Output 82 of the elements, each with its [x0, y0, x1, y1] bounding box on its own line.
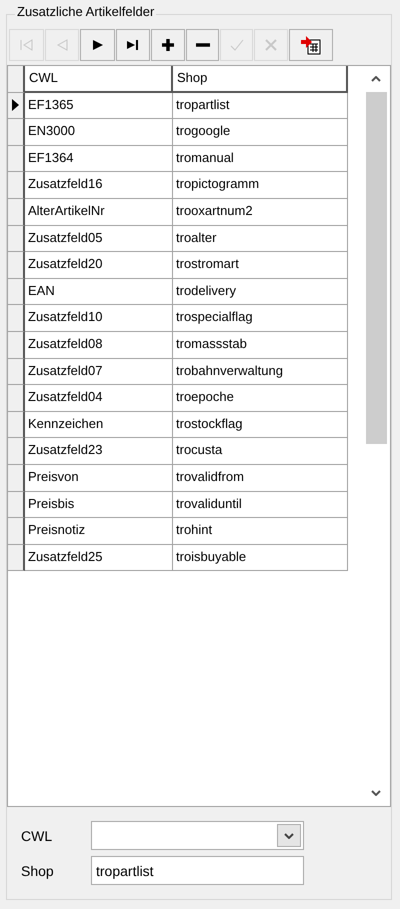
table-cell: AlterArtikelNr	[25, 198, 173, 226]
row-indicator[interactable]	[8, 92, 25, 120]
table-cell: Zusatzfeld07	[25, 358, 173, 386]
toolbar-button[interactable]	[289, 29, 333, 61]
table-cell: Zusatzfeld23	[25, 438, 173, 465]
last-record-icon	[126, 39, 140, 51]
table-cell: trogoogle	[173, 119, 348, 146]
row-indicator[interactable]	[8, 252, 25, 279]
table-cell: trovaliduntil	[173, 492, 348, 518]
plus-icon	[162, 39, 174, 51]
table-cell: trostockflag	[173, 412, 348, 438]
table-cell: trobahnverwaltung	[173, 358, 348, 386]
field-label: CWL	[21, 828, 54, 844]
table-cell: Zusatzfeld20	[25, 252, 173, 279]
table-cell: tromassstab	[173, 332, 348, 359]
table-cell: trodelivery	[173, 278, 348, 306]
row-indicator[interactable]	[8, 492, 25, 518]
row-indicator[interactable]	[8, 172, 25, 199]
row-indicator[interactable]	[8, 198, 25, 226]
minus-icon	[196, 43, 210, 47]
table-cell: troalter	[173, 226, 348, 252]
table-cell: troepoche	[173, 385, 348, 412]
row-indicator[interactable]	[8, 119, 25, 146]
checkmark-icon	[230, 39, 244, 51]
table-cell: trooxartnum2	[173, 198, 348, 226]
column-header[interactable]: Shop	[173, 66, 348, 93]
table-cell: Zusatzfeld10	[25, 305, 173, 332]
table-cell: Zusatzfeld16	[25, 172, 173, 199]
table-cell: trohint	[173, 518, 348, 545]
table-cell: tropictogramm	[173, 172, 348, 199]
dropdown-button[interactable]	[277, 824, 301, 847]
toolbar-button[interactable]	[80, 29, 115, 61]
chevron-down-icon	[284, 832, 294, 838]
row-indicator[interactable]	[8, 278, 25, 306]
table-cell: Zusatzfeld25	[25, 544, 173, 572]
table-cell: EF1365	[25, 92, 173, 120]
field-label: Shop	[21, 862, 55, 878]
scroll-up-icon[interactable]	[371, 76, 381, 82]
cross-icon	[265, 39, 277, 51]
scrollbar-thumb[interactable]	[366, 92, 386, 444]
header-corner	[8, 66, 25, 93]
row-indicator[interactable]	[8, 146, 25, 172]
row-indicator[interactable]	[8, 305, 25, 332]
play-icon	[92, 39, 104, 51]
column-header[interactable]: CWL	[25, 66, 173, 93]
group-title: Zusatzliche Artikelfelder	[15, 4, 156, 19]
row-indicator[interactable]	[8, 518, 25, 545]
toolbar-button[interactable]	[116, 29, 150, 61]
table-cell: trospecialflag	[173, 305, 348, 332]
scroll-down-icon[interactable]	[371, 790, 381, 796]
first-record-icon	[20, 39, 34, 51]
input-field[interactable]: tropartlist	[91, 856, 304, 885]
dropdown-field[interactable]	[91, 821, 304, 850]
row-indicator[interactable]	[8, 226, 25, 252]
row-indicator[interactable]	[8, 412, 25, 438]
row-indicator[interactable]	[8, 358, 25, 386]
table-cell: Zusatzfeld08	[25, 332, 173, 359]
table-cell: Kennzeichen	[25, 412, 173, 438]
table-cell: tropartlist	[173, 92, 348, 120]
table-cell: Preisvon	[25, 464, 173, 492]
previous-record-icon	[56, 39, 68, 51]
row-indicator[interactable]	[8, 332, 25, 359]
table-cell: trostromart	[173, 252, 348, 279]
table-cell: trocusta	[173, 438, 348, 465]
row-indicator[interactable]	[8, 385, 25, 412]
table-cell: EAN	[25, 278, 173, 306]
export-document-icon	[300, 35, 322, 55]
table-cell: trovalidfrom	[173, 464, 348, 492]
table-cell: tromanual	[173, 146, 348, 172]
row-indicator[interactable]	[8, 438, 25, 465]
table-cell: EF1364	[25, 146, 173, 172]
table-cell: Preisnotiz	[25, 518, 173, 545]
table-cell: Preisbis	[25, 492, 173, 518]
table-cell: EN3000	[25, 119, 173, 146]
current-row-icon	[12, 99, 19, 112]
table-cell: troisbuyable	[173, 544, 348, 572]
table-cell: Zusatzfeld04	[25, 385, 173, 412]
toolbar-button[interactable]	[186, 29, 219, 61]
toolbar-button[interactable]	[151, 29, 185, 61]
row-indicator[interactable]	[8, 544, 25, 572]
row-indicator[interactable]	[8, 464, 25, 492]
table-cell: Zusatzfeld05	[25, 226, 173, 252]
